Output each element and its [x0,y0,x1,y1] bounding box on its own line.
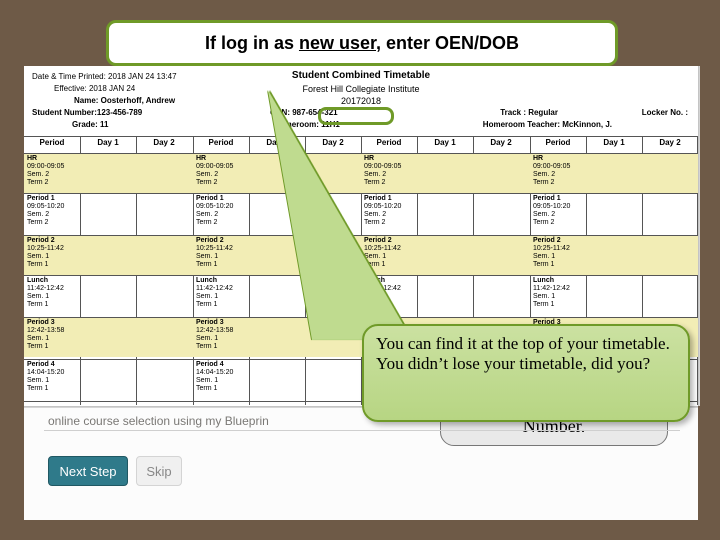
tt-grade: Grade: 11 [72,120,108,129]
tt-period-cell: Lunch11:42-12:42Sem. 1Term 1 [533,277,583,309]
tt-period-cell: Period 312:42-13:58Sem. 1Term 1 [196,319,246,351]
tt-period-cell: HR09:00-09:05Sem. 2Term 2 [533,155,583,187]
footer-desc: online course selection using my Bluepri… [48,414,269,428]
callout-main: You can find it at the top of your timet… [362,324,690,422]
tt-period-cell: Period 210:25-11:42Sem. 1Term 1 [533,237,583,269]
tt-period-cell: Period 109:05-10:20Sem. 2Term 2 [196,195,246,227]
tt-printed: Date & Time Printed: 2018 JAN 24 13:47 [32,72,177,81]
tt-period-cell: HR09:00-09:05Sem. 2Term 2 [196,155,246,187]
tt-colhead: Day 2 [642,138,698,147]
tt-period-cell: Period 109:05-10:20Sem. 2Term 2 [27,195,77,227]
tt-period-cell: HR09:00-09:05Sem. 2Term 2 [27,155,77,187]
tt-track: Track : Regular [500,108,558,117]
next-step-button[interactable]: Next Step [48,456,128,486]
tt-period-cell: Period 109:05-10:20Sem. 2Term 2 [533,195,583,227]
banner-underlined: new user [299,33,376,53]
tt-period-cell: Lunch11:42-12:42Sem. 1Term 1 [196,277,246,309]
banner-prefix: If log in as [205,33,299,53]
tt-colhead: Period [530,138,586,147]
callout-main-text: You can find it at the top of your timet… [376,334,670,373]
tt-period-cell: Period 210:25-11:42Sem. 1Term 1 [196,237,246,269]
tt-colhead: Day 2 [473,138,529,147]
tt-colhead: Day 1 [417,138,473,147]
tt-period-cell: Period 210:25-11:42Sem. 1Term 1 [27,237,77,269]
tt-period-cell: Lunch11:42-12:42Sem. 1Term 1 [27,277,77,309]
tt-student-no: Student Number:123-456-789 [32,108,142,117]
tt-colhead: Period [193,138,249,147]
tt-colhead: Day 2 [136,138,192,147]
skip-label: Skip [146,464,171,479]
tt-period-cell: Period 312:42-13:58Sem. 1Term 1 [27,319,77,351]
tt-colhead: Day 1 [586,138,642,147]
tt-effective: Effective: 2018 JAN 24 [54,84,135,93]
skip-button[interactable]: Skip [136,456,182,486]
next-step-label: Next Step [59,464,116,479]
tt-name: Name: Oosterhoff, Andrew [74,96,175,105]
tt-colhead: Period [24,138,80,147]
tt-locker: Locker No. : [642,108,688,117]
tt-colhead: Day 1 [80,138,136,147]
tt-hrteacher: Homeroom Teacher: McKinnon, J. [483,120,612,129]
tt-period-cell: Period 414:04-15:20Sem. 1Term 1 [196,361,246,393]
instruction-banner: If log in as new user, enter OEN/DOB [106,20,618,66]
footer-divider [44,430,680,431]
banner-suffix: , enter OEN/DOB [376,33,519,53]
tt-period-cell: Period 414:04-15:20Sem. 1Term 1 [27,361,77,393]
